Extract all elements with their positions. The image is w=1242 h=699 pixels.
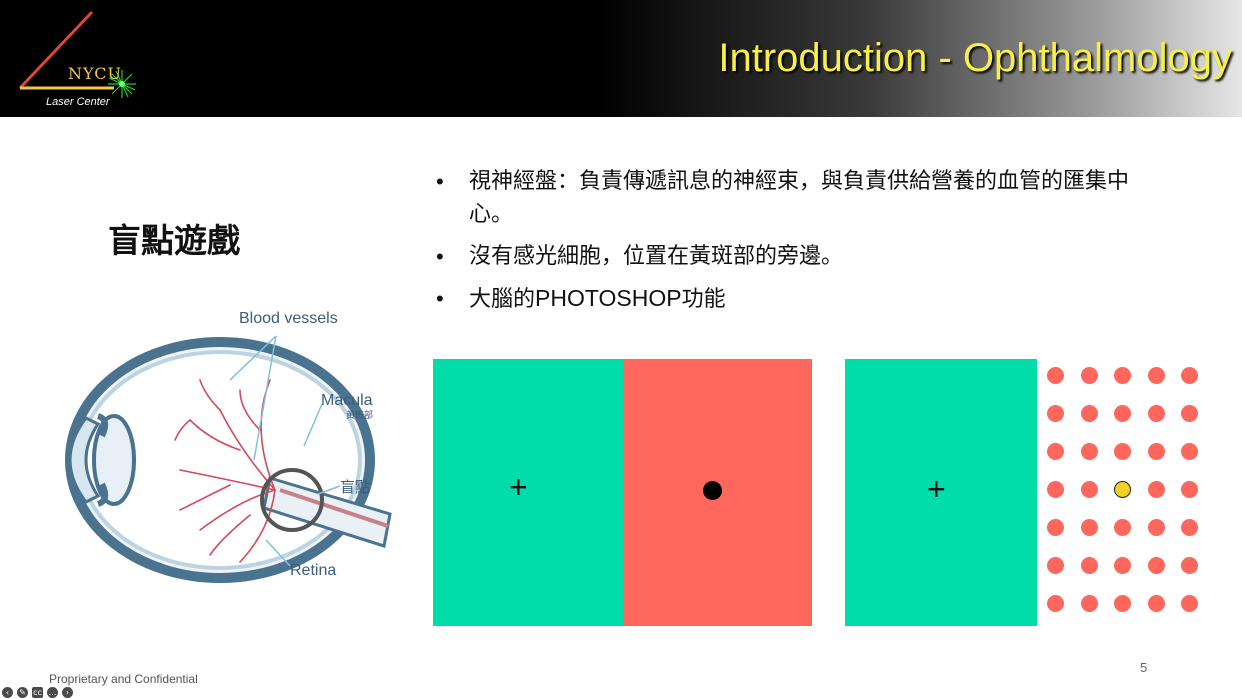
red-dot	[1080, 367, 1098, 384]
slide-header: NYCU Laser Center Introduction - Ophthal…	[0, 0, 1242, 117]
red-dot	[1181, 557, 1198, 574]
red-dot	[1181, 405, 1198, 422]
label-macula-zh: 黃斑部	[346, 410, 374, 420]
red-dot	[1047, 481, 1064, 498]
bullet-dot: •	[436, 169, 444, 194]
red-dot	[1147, 367, 1165, 384]
label-retina: Retina	[290, 562, 337, 579]
red-dot	[1047, 405, 1064, 422]
nycu-logo: NYCU Laser Center	[14, 8, 144, 108]
bullet-text-latin: PHOTOSHOP	[535, 285, 682, 311]
bullet-text: 視神經盤：負責傳遞訊息的神經束，與負責供給營養的血管的匯集中心。	[469, 169, 1130, 227]
logo-subtitle: Laser Center	[46, 96, 110, 108]
fixation-cross: +	[509, 469, 528, 505]
red-dot	[1181, 595, 1198, 612]
bullet-text: 沒有感光細胞，位置在黃斑部的旁邊。	[469, 244, 844, 269]
label-blood-vessels: Blood vessels	[239, 310, 338, 327]
red-dot	[1147, 595, 1165, 612]
red-dot	[1181, 367, 1198, 384]
red-dot	[1181, 443, 1198, 460]
red-dot	[1047, 557, 1064, 574]
bullet-item: • 大腦的PHOTOSHOP功能	[436, 282, 1136, 316]
bullet-text-post: 功能	[681, 287, 726, 312]
more-icon[interactable]: …	[47, 686, 58, 698]
section-heading: 盲點遊戲	[108, 221, 240, 260]
red-dot	[1047, 443, 1064, 460]
red-dot	[1147, 519, 1165, 536]
laser-logo-icon	[18, 10, 136, 98]
logo-name: NYCU	[68, 64, 123, 83]
slide-toolbar: ‹ ✎ cc … ›	[2, 686, 73, 698]
bullet-list: • 視神經盤：負責傳遞訊息的神經束，與負責供給營養的血管的匯集中心。 • 沒有感…	[436, 165, 1136, 325]
red-dot	[1080, 443, 1098, 460]
red-dot	[1080, 481, 1098, 498]
next-icon[interactable]: ›	[62, 686, 73, 698]
red-dot	[1147, 481, 1165, 498]
red-dot	[1181, 481, 1198, 498]
red-dot	[1080, 405, 1098, 422]
footer-text: Proprietary and Confidential	[49, 672, 198, 686]
red-dot	[1080, 519, 1098, 536]
red-dot	[1147, 443, 1165, 460]
red-dot	[1114, 405, 1131, 422]
red-dot	[1080, 557, 1098, 574]
red-dot	[1047, 367, 1064, 384]
right-green-panel: +	[845, 359, 1037, 626]
red-dot	[1080, 595, 1098, 612]
black-dot-target	[703, 481, 722, 500]
red-dot	[1181, 519, 1198, 536]
red-dot	[1147, 405, 1165, 422]
left-green-panel: +	[433, 359, 623, 626]
red-dot	[1047, 595, 1064, 612]
yellow-dot	[1114, 481, 1131, 498]
red-dot	[1047, 519, 1064, 536]
red-dot	[1114, 443, 1131, 460]
red-dot	[1114, 519, 1131, 536]
bullet-item: • 視神經盤：負責傳遞訊息的神經束，與負責供給營養的血管的匯集中心。	[436, 165, 1136, 231]
page-number: 5	[1140, 660, 1148, 675]
red-dot	[1114, 595, 1131, 612]
pen-icon[interactable]: ✎	[17, 686, 28, 698]
eye-cross-section-icon	[65, 335, 392, 583]
bullet-dot: •	[436, 244, 444, 269]
bullet-item: • 沒有感光細胞，位置在黃斑部的旁邊。	[436, 240, 1136, 273]
red-dot	[1114, 557, 1131, 574]
fixation-cross: +	[927, 471, 946, 507]
captions-icon[interactable]: cc	[32, 686, 43, 698]
slide-title: Introduction - Ophthalmology	[718, 36, 1232, 80]
red-dot	[1114, 367, 1131, 384]
previous-icon[interactable]: ‹	[2, 686, 13, 698]
label-blind-spot: 盲點	[340, 479, 371, 496]
bullet-text-pre: 大腦的	[469, 287, 536, 312]
eye-diagram: Blood vessels Macula 黃斑部 盲點 Retina	[40, 300, 410, 600]
red-dot	[1147, 557, 1165, 574]
bullet-dot: •	[436, 286, 444, 311]
